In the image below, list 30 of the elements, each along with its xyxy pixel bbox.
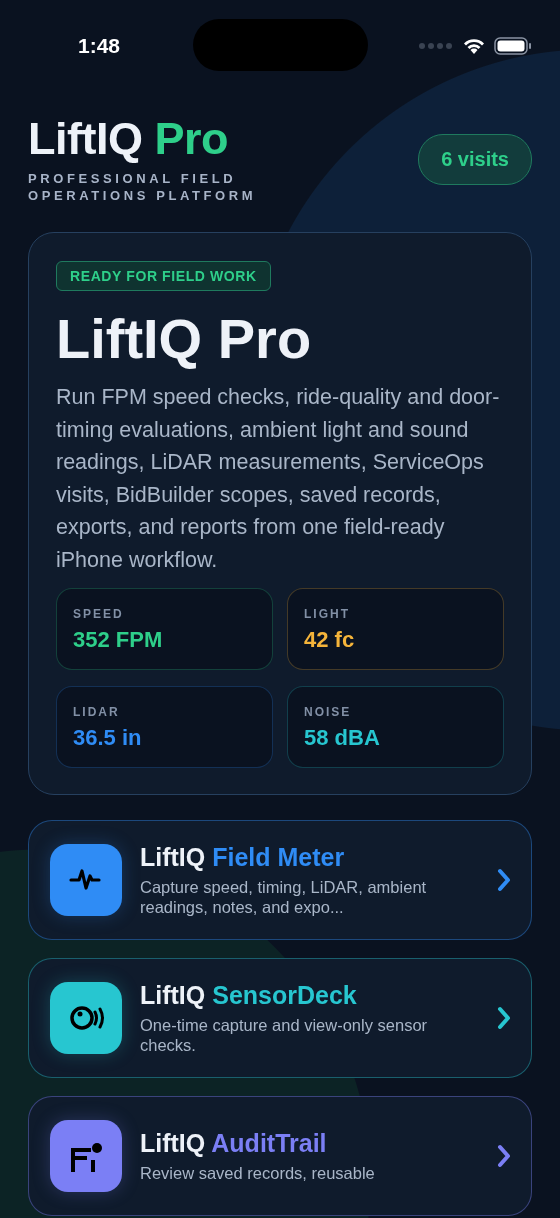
- app-description: One-time capture and view-only sensor checks.: [140, 1015, 429, 1055]
- app-subtitle: PROFESSIONAL FIELD OPERATIONS PLATFORM: [28, 170, 258, 204]
- metric-value: 42 fc: [304, 627, 356, 653]
- chevron-icon: [497, 1006, 511, 1030]
- app-name: LiftIQ Field Meter: [140, 843, 346, 872]
- metric-label: LIGHT: [304, 607, 351, 621]
- app-card[interactable]: LiftIQ SensorDeck One-time capture and view-only sensor checks.: [28, 958, 532, 1078]
- hero-title: LiftIQ Pro: [56, 306, 313, 372]
- app-description: Review saved records, reusable: [140, 1163, 376, 1183]
- chevron-icon: [497, 1144, 511, 1168]
- app-name: LiftIQ AuditTrail: [140, 1129, 328, 1158]
- app-card[interactable]: LiftIQ Field Meter Capture speed, timing, LiDAR, ambient readings, notes, and expo...: [28, 820, 532, 940]
- metric-label: SPEED: [73, 607, 125, 621]
- metric-value: 352 FPM: [73, 627, 164, 653]
- app-description: Capture speed, timing, LiDAR, ambient readings, notes, and expo...: [140, 877, 428, 917]
- chevron-icon: [497, 868, 511, 892]
- hero-description: Run FPM speed checks, ride-quality and door-timing evaluations, ambient light and sound readings, LiDAR measurements, ServiceOps visits, BidBuilder scopes, saved records, exports, and reports from one field-ready iPhone workflow.: [56, 384, 501, 574]
- visits-badge: 6 visits: [418, 134, 532, 185]
- wifi-icon: [462, 37, 486, 55]
- metric-value: 58 dBA: [304, 725, 381, 751]
- status-badge: READY FOR FIELD WORK: [56, 261, 271, 291]
- app-title: LiftIQ Pro: [28, 114, 229, 164]
- battery-icon: [494, 37, 532, 55]
- app-card[interactable]: LiftIQ AuditTrail Review saved records, reusable: [28, 1096, 532, 1216]
- signal-icon: [418, 42, 454, 50]
- app-name: LiftIQ SensorDeck: [140, 981, 358, 1010]
- metric-value: 36.5 in: [73, 725, 143, 751]
- metric-label: NOISE: [304, 705, 353, 719]
- status-time: 1:48: [78, 34, 121, 58]
- metric-label: LIDAR: [73, 705, 121, 719]
